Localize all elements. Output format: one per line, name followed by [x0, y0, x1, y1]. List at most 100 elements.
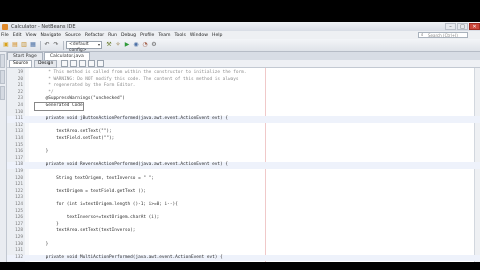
build-icon[interactable]: ⚒ [105, 41, 113, 49]
code-text: private void MultiActionPerformed(java.a… [35, 254, 223, 260]
code-text: * regenerated by the Form Editor. [35, 83, 136, 89]
source-tab[interactable]: Source [9, 59, 33, 68]
editor-mode-bar: Source Design [7, 59, 480, 68]
code-text: String textOrigem, textInverso = " "; [35, 175, 154, 181]
code-line[interactable]: 128 textArea.setText(textInverso); [7, 228, 480, 235]
line-number: 113 [15, 129, 23, 135]
left-side-panel [0, 52, 7, 262]
code-line[interactable]: 120 String textOrigem, textInverso = " "… [7, 176, 480, 183]
redo-icon[interactable]: ↷ [52, 41, 60, 49]
code-line[interactable]: 19 * This method is called from within t… [7, 70, 480, 77]
menu-help[interactable]: Help [212, 33, 222, 38]
code-line[interactable]: 129 [7, 235, 480, 242]
maximize-button[interactable]: □ [457, 23, 468, 30]
code-line[interactable]: 111 private void jButtonActionPerformed(… [7, 116, 480, 123]
line-number: 119 [15, 169, 23, 174]
code-line[interactable]: 126 textInverso+=textOrigem.charAt (i); [7, 215, 480, 222]
new-project-icon[interactable]: ▤ [11, 41, 19, 49]
code-text: textField.setText(""); [35, 136, 115, 141]
code-line[interactable]: 122 textOrigem = textField.getText (); [7, 189, 480, 196]
code-line[interactable]: 123 [7, 195, 480, 202]
debug-icon[interactable]: ◉ [132, 41, 140, 49]
close-button[interactable]: ✕ [469, 23, 480, 30]
code-text: textArea.setText(textInverso); [35, 228, 136, 234]
code-line[interactable]: 130 } [7, 242, 480, 249]
code-line[interactable]: 21 * regenerated by the Form Editor. [7, 83, 480, 90]
title-bar: Calculator - NetBeans IDE – □ ✕ [0, 22, 480, 31]
menu-bar: File Edit View Navigate Source Refactor … [0, 31, 480, 39]
settings-icon[interactable]: ⚙ [150, 41, 158, 49]
toolbar: ▣ ▤ ▥ ▦ ↶ ↷ <default config> ▾ ⚒ ✧ ▶ ◉ ◔… [0, 39, 480, 53]
code-editor[interactable]: 19 * This method is called from within t… [7, 68, 480, 262]
generated-code-fold[interactable]: Generated Code [34, 102, 84, 111]
code-line[interactable]: 132 private void MultiActionPerformed(ja… [7, 254, 480, 262]
line-number: 121 [15, 182, 23, 188]
files-panel-tab[interactable] [0, 70, 5, 84]
services-panel-tab[interactable] [0, 86, 5, 100]
code-line[interactable]: 121 [7, 182, 480, 189]
code-line[interactable]: 124 for (int i=textOrigem.length ()-1; i… [7, 202, 480, 209]
code-text: private void ReverseActionPerformed(java… [35, 162, 228, 168]
history-icon[interactable] [61, 60, 69, 67]
menu-profile[interactable]: Profile [140, 33, 154, 38]
line-number: 132 [15, 254, 23, 260]
code-line[interactable]: 118 private void ReverseActionPerformed(… [7, 162, 480, 169]
open-project-icon[interactable]: ▥ [20, 41, 28, 49]
back-icon[interactable] [70, 60, 78, 67]
config-select[interactable]: <default config> ▾ [66, 41, 102, 53]
design-tab[interactable]: Design [34, 59, 58, 68]
line-number: 126 [15, 215, 23, 221]
menu-window[interactable]: Window [190, 33, 208, 38]
search-input[interactable]: Search (Ctrl+I) ⌕ [418, 32, 468, 38]
code-line[interactable]: 23 @SuppressWarnings("unchecked") [7, 96, 480, 103]
line-number: 19 [17, 70, 23, 75]
line-number: 129 [15, 235, 23, 240]
menu-team[interactable]: Team [158, 33, 170, 38]
menu-navigate[interactable]: Navigate [41, 33, 62, 38]
run-icon[interactable]: ▶ [123, 41, 131, 49]
minimize-button[interactable]: – [445, 23, 456, 30]
line-number: 131 [15, 248, 23, 254]
profile-icon[interactable]: ◔ [141, 41, 149, 49]
forward-icon[interactable] [79, 60, 87, 67]
code-text: textArea.setText(""); [35, 129, 112, 135]
code-line[interactable]: 115 [7, 143, 480, 150]
line-number: 116 [15, 149, 23, 155]
code-line[interactable]: 113 textArea.setText(""); [7, 129, 480, 136]
menu-refactor[interactable]: Refactor [85, 33, 104, 38]
menu-view[interactable]: View [26, 33, 37, 38]
menu-edit[interactable]: Edit [13, 33, 22, 38]
new-file-icon[interactable]: ▣ [2, 41, 10, 49]
menu-source[interactable]: Source [65, 33, 81, 38]
line-number: 114 [15, 136, 23, 141]
code-line[interactable]: 131 [7, 248, 480, 255]
menu-tools[interactable]: Tools [175, 33, 186, 38]
code-text: * This method is called from within the … [35, 70, 247, 75]
code-text: } [35, 149, 49, 155]
code-line[interactable]: 116 } [7, 149, 480, 156]
toolbar-separator [40, 40, 41, 50]
line-number: 23 [17, 96, 23, 102]
code-text: for (int i=textOrigem.length ()-1; i>=0;… [35, 202, 178, 207]
menu-run[interactable]: Run [108, 33, 117, 38]
code-text: } [35, 241, 49, 247]
toggle-comment-icon[interactable] [97, 60, 105, 67]
code-line[interactable]: 114 textField.setText(""); [7, 136, 480, 143]
menu-debug[interactable]: Debug [121, 33, 136, 38]
projects-panel-tab[interactable] [0, 54, 5, 68]
line-number: 124 [15, 202, 23, 207]
clean-build-icon[interactable]: ✧ [114, 41, 122, 49]
find-icon[interactable] [88, 60, 96, 67]
search-icon: ⌕ [421, 33, 424, 38]
line-number: 21 [17, 83, 23, 89]
undo-icon[interactable]: ↶ [43, 41, 51, 49]
window-title: Calculator - NetBeans IDE [11, 23, 76, 30]
code-line[interactable]: 119 [7, 169, 480, 176]
line-number: 24 [17, 103, 23, 108]
save-all-icon[interactable]: ▦ [29, 41, 37, 49]
code-text: textInverso+=textOrigem.charAt (i); [35, 215, 160, 221]
line-number: 128 [15, 228, 23, 234]
menu-file[interactable]: File [1, 33, 9, 38]
code-text: @SuppressWarnings("unchecked") [35, 96, 125, 102]
code-line[interactable]: 24 Generated Code [7, 102, 480, 111]
